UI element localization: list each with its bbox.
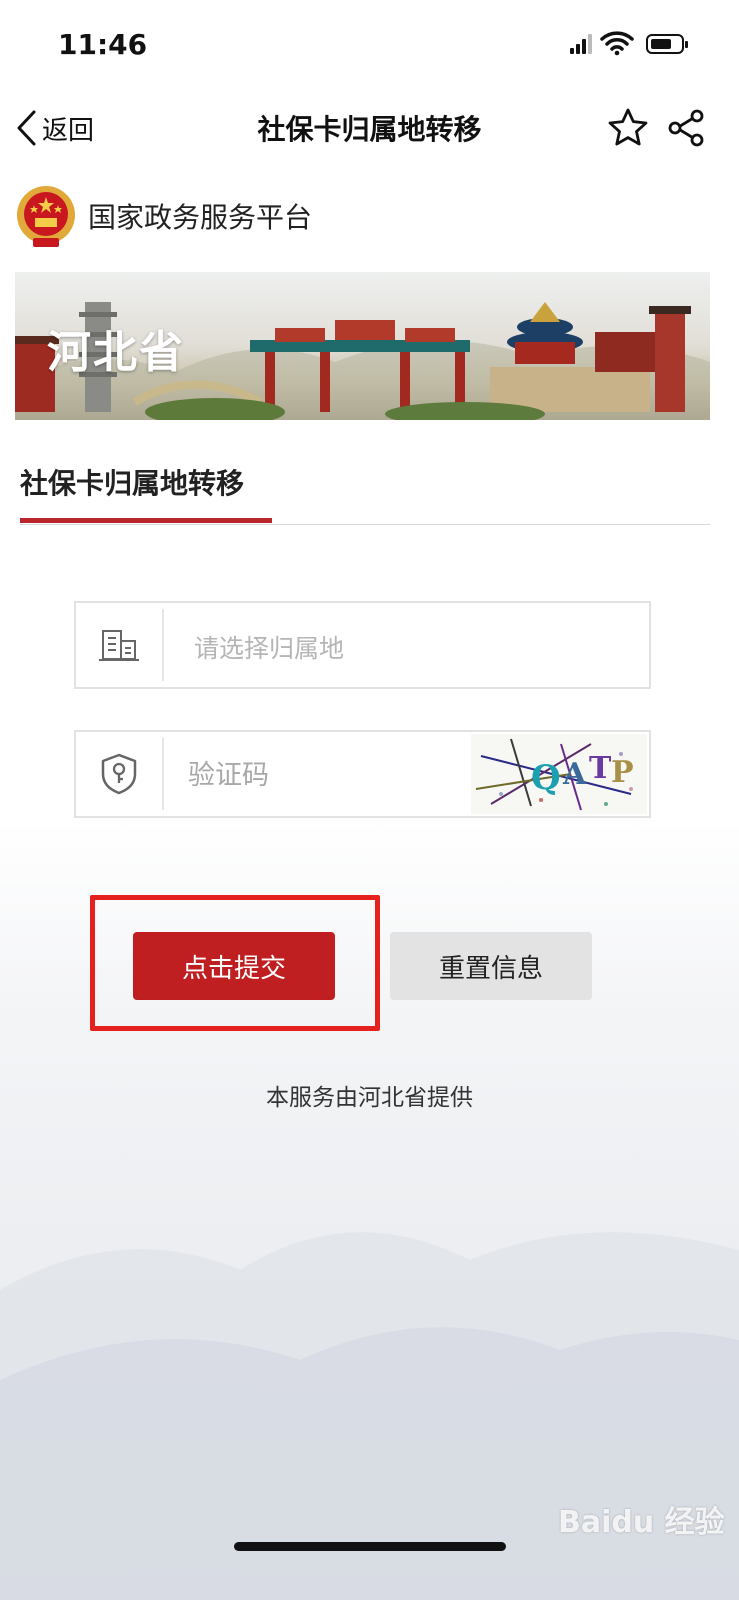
submit-button[interactable]: 点击提交 bbox=[133, 932, 335, 1000]
captcha-char: A bbox=[562, 757, 587, 792]
captcha-field[interactable]: Q A T P bbox=[74, 730, 651, 818]
tab-social-security-transfer[interactable]: 社保卡归属地转移 bbox=[20, 462, 244, 502]
battery-icon bbox=[646, 34, 688, 54]
baidu-watermark: Baidu 经验 bbox=[558, 1505, 725, 1540]
tab-divider bbox=[20, 524, 710, 525]
active-tab-indicator bbox=[20, 518, 272, 523]
service-provider-note: 本服务由河北省提供 bbox=[266, 1085, 473, 1111]
wifi-icon bbox=[600, 31, 634, 56]
reset-button[interactable]: 重置信息 bbox=[390, 932, 592, 1000]
field-separator bbox=[162, 738, 164, 810]
region-select-placeholder: 请选择归属地 bbox=[194, 634, 345, 663]
region-select[interactable]: 请选择归属地 bbox=[74, 601, 651, 689]
home-indicator[interactable] bbox=[234, 1542, 506, 1551]
share-icon[interactable] bbox=[664, 106, 708, 150]
status-time: 11:46 bbox=[58, 28, 148, 61]
shield-key-icon bbox=[76, 732, 162, 816]
captcha-char: T bbox=[589, 751, 612, 786]
building-icon bbox=[76, 603, 162, 687]
field-separator bbox=[162, 609, 164, 681]
captcha-char: Q bbox=[531, 758, 561, 798]
banner-province-title: 河北省 bbox=[47, 327, 185, 378]
favorite-star-icon[interactable] bbox=[606, 106, 650, 150]
national-emblem-logo bbox=[17, 186, 75, 247]
platform-name: 国家政务服务平台 bbox=[88, 201, 313, 234]
captcha-input[interactable] bbox=[186, 746, 470, 804]
province-banner: 河北省 bbox=[15, 272, 710, 420]
cellular-signal-icon bbox=[570, 34, 592, 54]
captcha-image[interactable]: Q A T P bbox=[471, 734, 647, 814]
captcha-char: P bbox=[611, 755, 634, 790]
